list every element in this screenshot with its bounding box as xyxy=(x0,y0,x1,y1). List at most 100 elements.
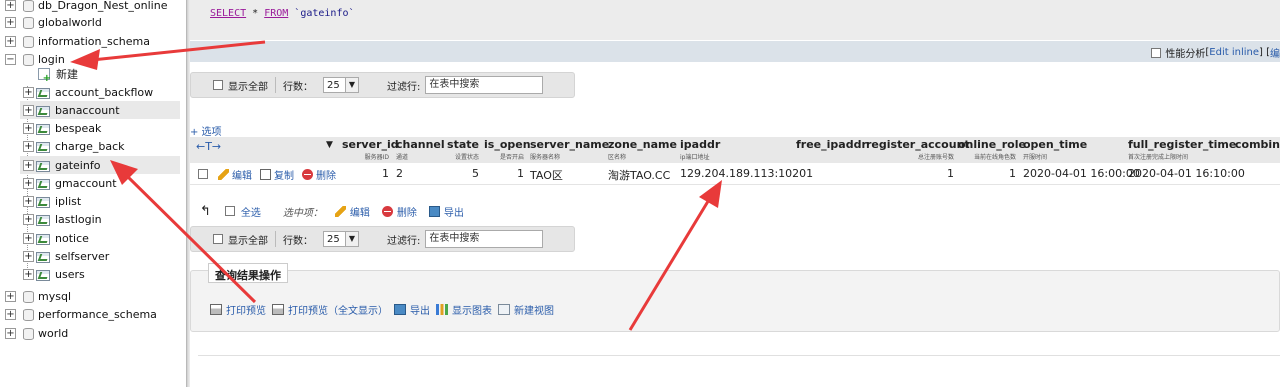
db-item-mysql[interactable]: + mysql xyxy=(0,287,71,305)
cell-online-role[interactable]: 1 xyxy=(958,167,1016,180)
column-header-is-open[interactable]: is_open 是否开启 xyxy=(484,138,531,162)
table-name[interactable]: notice xyxy=(55,232,89,245)
expand-icon[interactable]: + xyxy=(23,268,34,280)
bulk-edit-label[interactable]: 编辑 xyxy=(350,204,370,219)
print-preview-link[interactable]: 打印预览 xyxy=(210,302,266,317)
column-name[interactable]: server_id xyxy=(342,138,399,151)
column-resize-arrows[interactable]: ←T→ xyxy=(196,140,221,164)
column-header-register-account[interactable]: register_account 总注册账号数 xyxy=(866,138,970,162)
expand-icon[interactable]: + xyxy=(23,232,34,244)
show-all-label[interactable]: 显示全部 xyxy=(228,78,268,93)
table-name[interactable]: account_backflow xyxy=(55,86,153,99)
display-chart-link[interactable]: 显示图表 xyxy=(436,302,492,317)
cell-server-name[interactable]: TAO区 xyxy=(530,167,563,183)
create-view-label[interactable]: 新建视图 xyxy=(514,302,554,317)
column-name[interactable]: online_role xyxy=(958,138,1026,151)
expand-icon[interactable]: + xyxy=(5,308,16,320)
rows-select[interactable]: 25 ▼ xyxy=(323,231,359,247)
check-all-link[interactable]: 全选 xyxy=(241,204,261,219)
column-header-full-register-time[interactable]: full_register_time 首次注册完成上限时间 xyxy=(1128,138,1236,162)
expand-icon[interactable]: + xyxy=(5,327,16,339)
column-header-free-ipaddr[interactable]: free_ipaddr xyxy=(796,138,867,162)
table-item-users[interactable]: + users xyxy=(20,265,180,283)
table-item-selfserver[interactable]: + selfserver xyxy=(20,247,180,265)
column-header-channel[interactable]: channel 通道 xyxy=(396,138,445,162)
column-name[interactable]: free_ipaddr xyxy=(796,138,867,151)
column-name[interactable]: combine_ xyxy=(1235,138,1280,151)
column-header-server-id[interactable]: server_id 服务器ID xyxy=(342,138,399,162)
db-item-world[interactable]: + world xyxy=(0,324,68,342)
table-name[interactable]: bespeak xyxy=(55,122,101,135)
edit-inline-link[interactable]: Edit inline xyxy=(1209,47,1259,58)
expand-icon[interactable]: + xyxy=(23,140,34,152)
expand-icon[interactable]: + xyxy=(23,122,34,134)
options-link[interactable]: + 选项 xyxy=(190,123,222,138)
db-item-information-schema[interactable]: + information_schema xyxy=(0,32,150,50)
db-item-performance-schema[interactable]: + performance_schema xyxy=(0,305,157,323)
print-preview-full-link[interactable]: 打印预览（全文显示） xyxy=(272,302,388,317)
db-name[interactable]: globalworld xyxy=(38,16,102,29)
cell-open-time[interactable]: 2020-04-01 16:00:00 xyxy=(1023,167,1140,180)
column-name[interactable]: ipaddr xyxy=(680,138,720,151)
table-name[interactable]: gmaccount xyxy=(55,177,117,190)
db-name[interactable]: world xyxy=(38,327,68,340)
collapse-icon[interactable]: − xyxy=(5,53,16,65)
expand-icon[interactable]: + xyxy=(23,104,34,116)
db-name[interactable]: information_schema xyxy=(38,35,150,48)
filter-input[interactable]: 在表中搜索 xyxy=(425,76,544,94)
column-header-server-name[interactable]: server_name 服务器名称 xyxy=(530,138,609,162)
db-name[interactable]: db_Dragon_Nest_online xyxy=(38,0,167,12)
export-link[interactable]: 导出 xyxy=(394,302,430,317)
table-item-account-backflow[interactable]: + account_backflow xyxy=(20,83,180,101)
column-name[interactable]: server_name xyxy=(530,138,609,151)
column-header-ipaddr[interactable]: ipaddr ip端口地址 xyxy=(680,138,720,162)
column-name[interactable]: is_open xyxy=(484,138,531,151)
edit-link[interactable]: 编 xyxy=(1270,45,1280,60)
cell-zone-name[interactable]: 淘游TAO.CC xyxy=(608,167,670,183)
profiling-checkbox[interactable] xyxy=(1151,47,1162,58)
column-header-open-time[interactable]: open_time 开服时间 xyxy=(1023,138,1087,162)
show-all-checkbox[interactable] xyxy=(213,234,223,244)
table-item-gateinfo[interactable]: + gateinfo xyxy=(20,156,180,174)
show-all-checkbox[interactable] xyxy=(213,80,223,90)
copy-label[interactable]: 复制 xyxy=(274,167,294,182)
column-name[interactable]: zone_name xyxy=(608,138,677,151)
column-name[interactable]: register_account xyxy=(866,138,970,151)
print-preview-label[interactable]: 打印预览 xyxy=(226,302,266,317)
show-all-label[interactable]: 显示全部 xyxy=(228,232,268,247)
edit-label[interactable]: 编辑 xyxy=(232,167,252,182)
db-item-dragon-nest[interactable]: + db_Dragon_Nest_online xyxy=(0,0,167,14)
row-delete-link[interactable]: 删除 xyxy=(302,167,336,182)
print-preview-full-label[interactable]: 打印预览（全文显示） xyxy=(288,302,388,317)
table-name[interactable]: iplist xyxy=(55,195,81,208)
table-name[interactable]: charge_back xyxy=(55,140,124,153)
rows-select[interactable]: 25 ▼ xyxy=(323,77,359,93)
bulk-export-label[interactable]: 导出 xyxy=(444,204,464,219)
expand-icon[interactable]: + xyxy=(23,86,34,98)
column-header-combine[interactable]: combine_ xyxy=(1235,138,1280,162)
table-name[interactable]: banaccount xyxy=(55,104,120,117)
expand-icon[interactable]: + xyxy=(23,177,34,189)
table-item-gmaccount[interactable]: + gmaccount xyxy=(20,174,180,192)
table-item-notice[interactable]: + notice xyxy=(20,229,180,247)
display-chart-label[interactable]: 显示图表 xyxy=(452,302,492,317)
expand-icon[interactable]: + xyxy=(5,35,16,47)
table-item-banaccount[interactable]: + banaccount xyxy=(20,101,180,119)
chevron-down-icon[interactable]: ▼ xyxy=(345,232,358,246)
new-table-label[interactable]: 新建 xyxy=(56,66,78,82)
db-name[interactable]: performance_schema xyxy=(38,308,157,321)
expand-icon[interactable]: + xyxy=(5,0,16,11)
cell-state[interactable]: 5 xyxy=(442,167,479,180)
column-name[interactable]: open_time xyxy=(1023,138,1087,151)
bulk-edit-link[interactable]: 编辑 xyxy=(334,204,370,219)
cell-channel[interactable]: 2 xyxy=(396,167,403,180)
table-name[interactable]: selfserver xyxy=(55,250,109,263)
db-item-globalworld[interactable]: + globalworld xyxy=(0,13,102,31)
bulk-delete-label[interactable]: 删除 xyxy=(397,204,417,219)
sort-down-icon[interactable]: ▼ xyxy=(326,140,333,164)
expand-icon[interactable]: + xyxy=(5,290,16,302)
column-name[interactable]: full_register_time xyxy=(1128,138,1236,151)
cell-ipaddr[interactable]: 129.204.189.113:10201 xyxy=(680,167,813,180)
cell-register-account[interactable]: 1 xyxy=(866,167,954,180)
table-name[interactable]: lastlogin xyxy=(55,213,102,226)
